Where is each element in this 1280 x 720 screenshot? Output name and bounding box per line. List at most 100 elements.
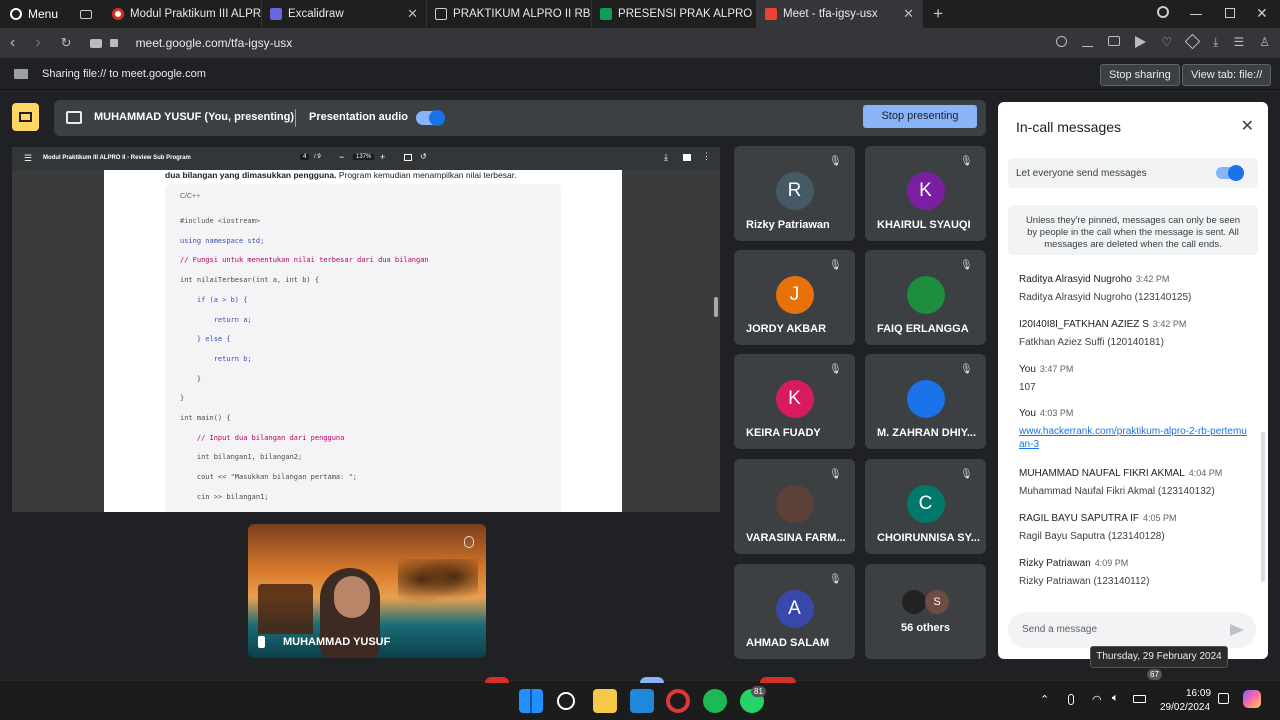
- others-count[interactable]: 56 others: [865, 622, 986, 634]
- participant-tile[interactable]: 🎙︎ FAIQ ERLANGGA: [865, 250, 986, 345]
- zoom-out-icon[interactable]: −: [339, 152, 344, 162]
- windows-start-icon[interactable]: [519, 689, 543, 713]
- url-field[interactable]: meet.google.com/tfa-igsy-usx: [136, 36, 293, 50]
- code-line: // Input dua bilangan dari pengguna: [180, 433, 345, 442]
- participant-tile[interactable]: S 56 others: [865, 564, 986, 659]
- tab-praktikum-alpro[interactable]: PRAKTIKUM ALPRO II RB K: [427, 0, 593, 28]
- minimize-icon[interactable]: [1190, 14, 1202, 15]
- pdf-scrollbar[interactable]: [714, 297, 718, 317]
- notification-icon[interactable]: [1218, 693, 1229, 704]
- heart-icon[interactable]: ♡: [1161, 36, 1172, 48]
- chevron-up-icon[interactable]: ⌃: [1040, 693, 1049, 706]
- tab-presensi[interactable]: PRESENSI PRAK ALPRO 2 R ✕: [592, 0, 758, 28]
- close-icon[interactable]: ✕: [407, 6, 418, 22]
- code-lines: #include <iostream> using namespace std; /…: [180, 212, 429, 508]
- download-icon[interactable]: ⤓: [664, 152, 668, 163]
- send-icon[interactable]: [1230, 624, 1244, 636]
- lock-icon[interactable]: [109, 39, 118, 47]
- battery-icon[interactable]: [1133, 695, 1146, 703]
- profile-icon[interactable]: ♙: [1259, 36, 1270, 48]
- tab-meet[interactable]: Meet - tfa-igsy-usx ✕: [757, 0, 924, 28]
- tab-label: Modul Praktikum III ALPRO: [130, 8, 263, 20]
- excalidraw-icon: [270, 8, 283, 20]
- browser-menu-button[interactable]: Menu: [0, 0, 68, 28]
- rotate-icon[interactable]: ↺: [420, 152, 427, 161]
- chat-notice: Unless they're pinned, messages can only…: [1008, 205, 1258, 255]
- windows-taskbar: 81 67 ⌃ ◠ 🔈︎ 16:09 29/02/2024: [0, 669, 1280, 720]
- copilot-icon[interactable]: [1243, 690, 1261, 708]
- volume-icon[interactable]: 🔈︎: [1112, 692, 1119, 705]
- microphone-icon[interactable]: [1068, 694, 1074, 705]
- close-icon[interactable]: ✕: [1241, 116, 1254, 136]
- reload-icon[interactable]: ↻: [61, 35, 72, 51]
- presenting-icon[interactable]: [12, 103, 39, 131]
- zoom-in-icon[interactable]: +: [380, 152, 385, 162]
- fit-page-icon[interactable]: [404, 154, 412, 161]
- tab-modul-praktikum[interactable]: Modul Praktikum III ALPRO: [104, 0, 263, 28]
- presentation-audio-toggle[interactable]: [416, 110, 445, 126]
- snapshot-icon[interactable]: [1108, 36, 1121, 46]
- chat-input[interactable]: Send a message: [1008, 612, 1256, 648]
- file-explorer-icon[interactable]: [593, 689, 617, 713]
- search-icon[interactable]: [557, 692, 575, 710]
- edit-icon[interactable]: [1082, 36, 1094, 47]
- pdf-page: dua bilangan yang dimasukkan pengguna. P…: [104, 170, 622, 512]
- pdf-menu-icon[interactable]: ☰: [24, 153, 32, 164]
- tab-excalidraw[interactable]: Excalidraw ✕: [262, 0, 428, 28]
- restore-icon[interactable]: [1225, 8, 1235, 18]
- close-window-icon[interactable]: ✕: [1256, 5, 1268, 22]
- search-icon[interactable]: [1157, 6, 1169, 18]
- meet-main: MUHAMMAD YUSUF (You, presenting) Present…: [0, 90, 1280, 680]
- vscode-icon[interactable]: [630, 689, 654, 713]
- code-line: using namespace std;: [180, 236, 265, 245]
- participant-tile[interactable]: 🎙︎ VARASINA FARM...: [734, 459, 855, 554]
- more-icon[interactable]: ⋮: [702, 151, 711, 162]
- stop-sharing-button[interactable]: Stop sharing: [1100, 64, 1180, 86]
- code-line: }: [180, 394, 185, 403]
- tab-overview-icon[interactable]: [68, 0, 104, 28]
- send-icon[interactable]: [1135, 36, 1147, 48]
- clock-time[interactable]: 16:09: [1186, 688, 1211, 699]
- code-line: int nilaiTerbesar(int a, int b) {: [180, 276, 320, 285]
- code-line: // Fungsi untuk menentukan nilai terbesa…: [180, 256, 429, 265]
- participant-tile[interactable]: 🎙︎ M. ZAHRAN DHIY...: [865, 354, 986, 449]
- participant-tile[interactable]: 🎙︎ R Rizky Patriawan: [734, 146, 855, 241]
- notification-badge: 81: [751, 686, 766, 697]
- address-bar: ‹ › ↻ meet.google.com/tfa-igsy-usx ♡ ⤓ ☰…: [0, 28, 1280, 58]
- presentation-audio-label: Presentation audio: [309, 111, 409, 123]
- clock-date[interactable]: 29/02/2024: [1160, 702, 1210, 713]
- new-tab-button[interactable]: +: [923, 4, 953, 24]
- forward-icon[interactable]: ›: [35, 34, 40, 52]
- pin-icon[interactable]: [258, 636, 265, 648]
- extension-icon[interactable]: [1184, 33, 1201, 50]
- sharing-text: Sharing file:// to meet.google.com: [42, 67, 206, 80]
- divider: [295, 109, 296, 127]
- wifi-icon[interactable]: ◠: [1092, 693, 1102, 706]
- participant-tile[interactable]: 🎙︎ C CHOIRUNNISA SY...: [865, 459, 986, 554]
- pdf-zoom-input[interactable]: 137%: [353, 154, 375, 160]
- chat-permission-toggle[interactable]: [1216, 165, 1244, 181]
- spotify-icon[interactable]: [703, 689, 727, 713]
- participant-tile[interactable]: 🎙︎ J JORDY AKBAR: [734, 250, 855, 345]
- avatar: [906, 276, 945, 314]
- message-sender: You: [1019, 364, 1036, 375]
- message-time: 4:04 PM: [1188, 468, 1223, 478]
- chat-scrollbar[interactable]: [1261, 432, 1265, 582]
- chat-permission-label: Let everyone send messages: [1016, 168, 1147, 179]
- back-icon[interactable]: ‹: [10, 34, 15, 52]
- print-icon[interactable]: [683, 154, 691, 161]
- stop-presenting-button[interactable]: Stop presenting: [863, 105, 977, 128]
- participant-tile[interactable]: 🎙︎ A AHMAD SALAM: [734, 564, 855, 659]
- download-icon[interactable]: ⤓: [1213, 36, 1218, 48]
- muted-mic-icon: 🎙︎: [829, 364, 842, 375]
- view-tab-button[interactable]: View tab: file://: [1182, 64, 1272, 86]
- easy-setup-icon[interactable]: ☰: [1233, 36, 1244, 48]
- self-video-tile[interactable]: MUHAMMAD YUSUF: [248, 524, 486, 658]
- opera-icon[interactable]: [666, 689, 690, 713]
- pdf-page-input[interactable]: 4: [300, 154, 310, 160]
- participant-tile[interactable]: 🎙︎ K KHAIRUL SYAUQI: [865, 146, 986, 241]
- close-icon[interactable]: ✕: [903, 6, 914, 22]
- search-icon[interactable]: [1056, 36, 1068, 47]
- participant-tile[interactable]: 🎙︎ K KEIRA FUADY: [734, 354, 855, 449]
- message-link[interactable]: www.hackerrank.com/praktikum-alpro-2-rb-…: [1019, 425, 1249, 451]
